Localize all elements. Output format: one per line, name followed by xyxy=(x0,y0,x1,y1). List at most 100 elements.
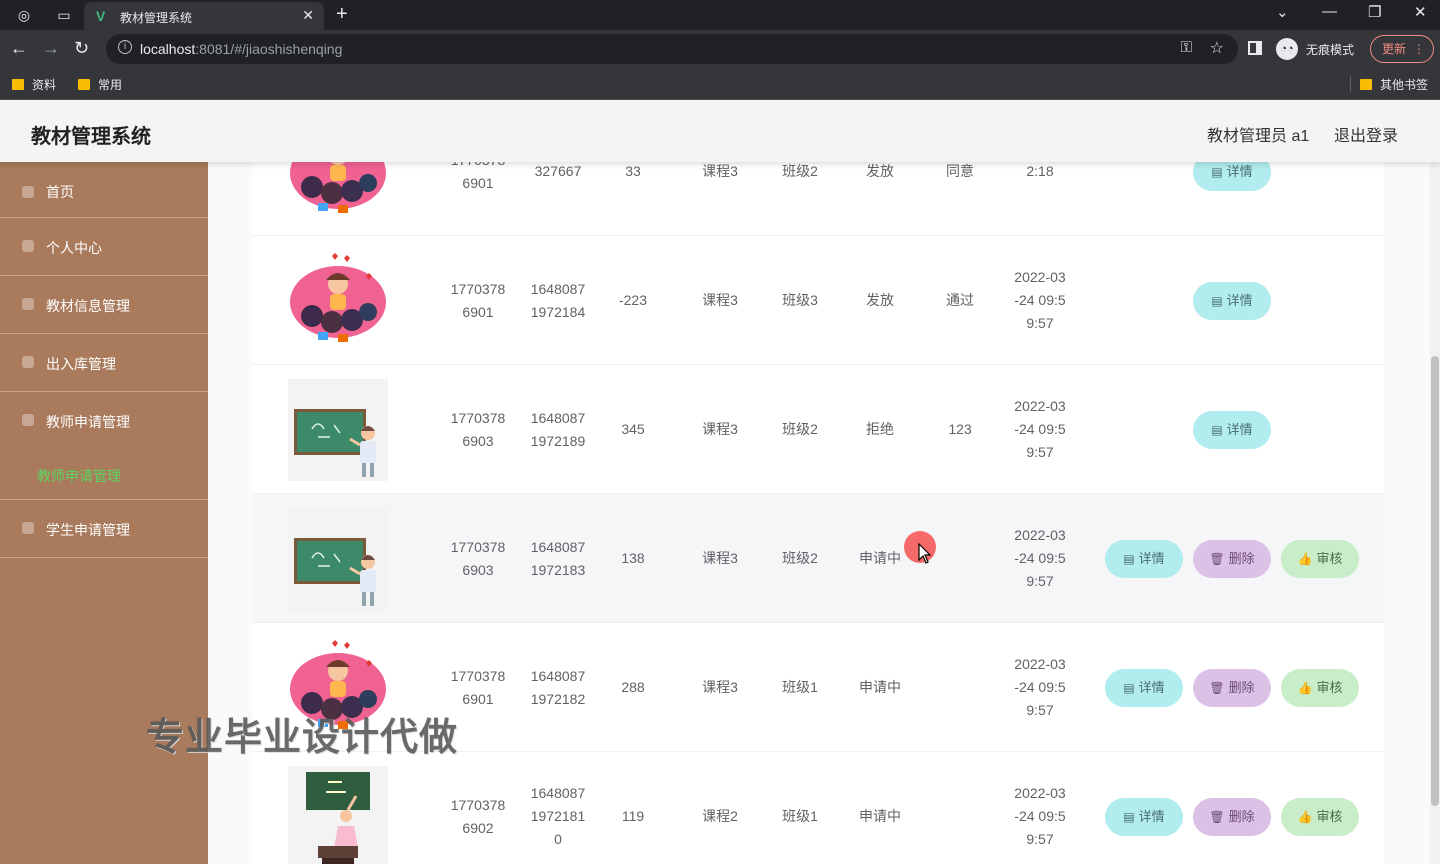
mouse-cursor-icon xyxy=(918,543,932,564)
table-row: 1770378 6903 1648087 1972183 138 课程3 班级2 申请中 2… xyxy=(252,494,1384,623)
book-icon xyxy=(22,298,34,310)
delete-button[interactable]: 🗑 删除 xyxy=(1193,540,1271,578)
cell-request-no: 327667 xyxy=(534,163,582,179)
table-row: 1770378 6902 1648087 1972181 0 119 课程2 班级1 申请… xyxy=(252,752,1384,864)
sidebar-subitem-teacher-requests[interactable]: 教师申请管理 xyxy=(0,450,208,500)
cell-status: 申请中 xyxy=(859,808,901,824)
sidebar-item-student-requests[interactable]: 学生申请管理 xyxy=(0,500,208,558)
thumbnail-image xyxy=(288,766,388,864)
cell-class: 班级3 xyxy=(782,292,818,308)
detail-button[interactable]: ▤ 详情 xyxy=(1105,540,1183,578)
cell-class: 班级2 xyxy=(782,421,818,437)
bookmarks-bar: 资料 常用 其他书签 xyxy=(0,68,1440,100)
cell-time: 2022-03 -24 09:5 9:57 xyxy=(1014,398,1066,460)
more-menu-icon[interactable]: ⋮ xyxy=(1413,36,1425,62)
reload-icon[interactable]: ↻ xyxy=(74,38,89,59)
audit-label: 审核 xyxy=(1316,809,1343,824)
bookmark-folder[interactable]: 资料 xyxy=(12,76,56,93)
minimize-icon[interactable]: — xyxy=(1322,3,1337,20)
tab-title: 教材管理系统 xyxy=(120,11,193,25)
restore-icon[interactable]: ❐ xyxy=(1368,3,1381,21)
detail-button[interactable]: ▤ 详情 xyxy=(1105,798,1183,836)
new-tab-icon[interactable]: + xyxy=(336,3,348,26)
side-panel-icon[interactable] xyxy=(1248,41,1262,55)
cell-quantity: 138 xyxy=(621,550,645,566)
browser-toolbar: ← → ↻ i localhost:8081/#/jiaoshishenqing… xyxy=(0,30,1440,68)
folder-icon xyxy=(12,79,24,90)
delete-button[interactable]: 🗑 删除 xyxy=(1193,798,1271,836)
sidebar-item-teacher-requests[interactable]: 教师申请管理 xyxy=(0,392,208,450)
tab-search-icon[interactable]: ▭ xyxy=(54,5,74,25)
sidebar-item-inventory[interactable]: 出入库管理 xyxy=(0,334,208,392)
vue-logo-icon: V xyxy=(96,8,106,24)
audit-icon: 👍 xyxy=(1297,810,1313,824)
cell-status: 申请中 xyxy=(859,679,901,695)
folder-icon xyxy=(78,79,90,90)
back-icon[interactable]: ← xyxy=(10,38,28,59)
detail-button[interactable]: ▤ 详情 xyxy=(1105,669,1183,707)
incognito-icon[interactable]: ◔◔ xyxy=(1276,38,1298,60)
tab-list-icon[interactable]: ⌄ xyxy=(1276,3,1289,21)
bookmark-star-icon[interactable]: ☆ xyxy=(1210,38,1224,58)
cell-status: 发放 xyxy=(866,163,894,179)
bookmark-folder[interactable]: 常用 xyxy=(78,76,122,93)
cell-request-no: 1648087 1972183 xyxy=(530,538,586,578)
cell-course: 课程3 xyxy=(702,421,738,437)
update-button[interactable]: 更新 ⋮ xyxy=(1370,35,1434,63)
cell-id: 1770378 6903 xyxy=(450,409,506,449)
warehouse-icon xyxy=(22,356,34,368)
address-bar[interactable]: i localhost:8081/#/jiaoshishenqing ⚿ ☆ xyxy=(106,34,1238,64)
detail-label: 详情 xyxy=(1138,551,1165,566)
cell-course: 课程2 xyxy=(702,808,738,824)
forward-icon[interactable]: → xyxy=(42,38,60,59)
cell-time: 2022-03 -24 09:5 9:57 xyxy=(1014,269,1066,331)
browser-tabbar: ◎ ▭ V 教材管理系统 ✕ + ⌄ — ❐ ✕ xyxy=(0,0,1440,30)
cell-reply: 123 xyxy=(948,421,972,437)
cell-request-no: 1648087 1972184 xyxy=(530,280,586,320)
home-icon xyxy=(22,186,34,198)
detail-button[interactable]: ▤ 详情 xyxy=(1193,162,1271,191)
detail-icon: ▤ xyxy=(1123,810,1135,824)
cell-class: 班级1 xyxy=(782,679,818,695)
detail-icon: ▤ xyxy=(1123,681,1135,695)
sidebar-item-home[interactable]: 首页 xyxy=(0,162,208,218)
audit-button[interactable]: 👍 审核 xyxy=(1281,669,1359,707)
cell-reply xyxy=(920,752,1000,864)
other-bookmarks[interactable]: 其他书签 xyxy=(1360,76,1428,93)
sidebar-item-profile[interactable]: 个人中心 xyxy=(0,218,208,276)
cell-quantity: 345 xyxy=(621,421,645,437)
site-info-icon[interactable]: i xyxy=(118,40,132,54)
thumbnail-image xyxy=(288,379,388,481)
delete-button[interactable]: 🗑 删除 xyxy=(1193,669,1271,707)
cell-id: 1770378 6901 xyxy=(451,162,506,191)
page-scrollbar[interactable] xyxy=(1430,162,1440,864)
audit-button[interactable]: 👍 审核 xyxy=(1281,540,1359,578)
detail-button[interactable]: ▤ 详情 xyxy=(1193,282,1271,320)
sidebar-item-textbooks[interactable]: 教材信息管理 xyxy=(0,276,208,334)
detail-icon: ▤ xyxy=(1211,165,1223,179)
password-key-icon[interactable]: ⚿ xyxy=(1181,39,1192,56)
cell-reply: 通过 xyxy=(946,292,974,308)
audit-button[interactable]: 👍 审核 xyxy=(1281,798,1359,836)
cell-request-no: 1648087 1972189 xyxy=(530,409,586,449)
scrollbar-thumb[interactable] xyxy=(1431,356,1439,806)
logout-link[interactable]: 退出登录 xyxy=(1334,122,1398,146)
cell-class: 班级1 xyxy=(782,808,818,824)
cell-course: 课程3 xyxy=(702,679,738,695)
cell-course: 课程3 xyxy=(702,163,738,179)
app-header: 教材管理系统 教材管理员 a1 退出登录 xyxy=(0,100,1440,162)
cell-status: 拒绝 xyxy=(866,421,894,437)
cell-status: 发放 xyxy=(866,292,894,308)
cell-quantity: 119 xyxy=(621,808,645,824)
detail-label: 详情 xyxy=(1138,809,1165,824)
tab-close-icon[interactable]: ✕ xyxy=(302,7,314,24)
table-row: 1770378 6903 1648087 1972189 345 课程3 班级2 拒绝 12… xyxy=(252,365,1384,494)
audit-icon: 👍 xyxy=(1297,681,1313,695)
close-window-icon[interactable]: ✕ xyxy=(1414,3,1427,21)
url-text[interactable]: localhost:8081/#/jiaoshishenqing xyxy=(140,41,342,57)
cell-reply: 同意 xyxy=(946,163,974,179)
cell-reply xyxy=(920,623,1000,752)
browser-tab[interactable]: V 教材管理系统 ✕ xyxy=(84,2,324,30)
globe-icon[interactable]: ◎ xyxy=(14,5,34,25)
detail-button[interactable]: ▤ 详情 xyxy=(1193,411,1271,449)
